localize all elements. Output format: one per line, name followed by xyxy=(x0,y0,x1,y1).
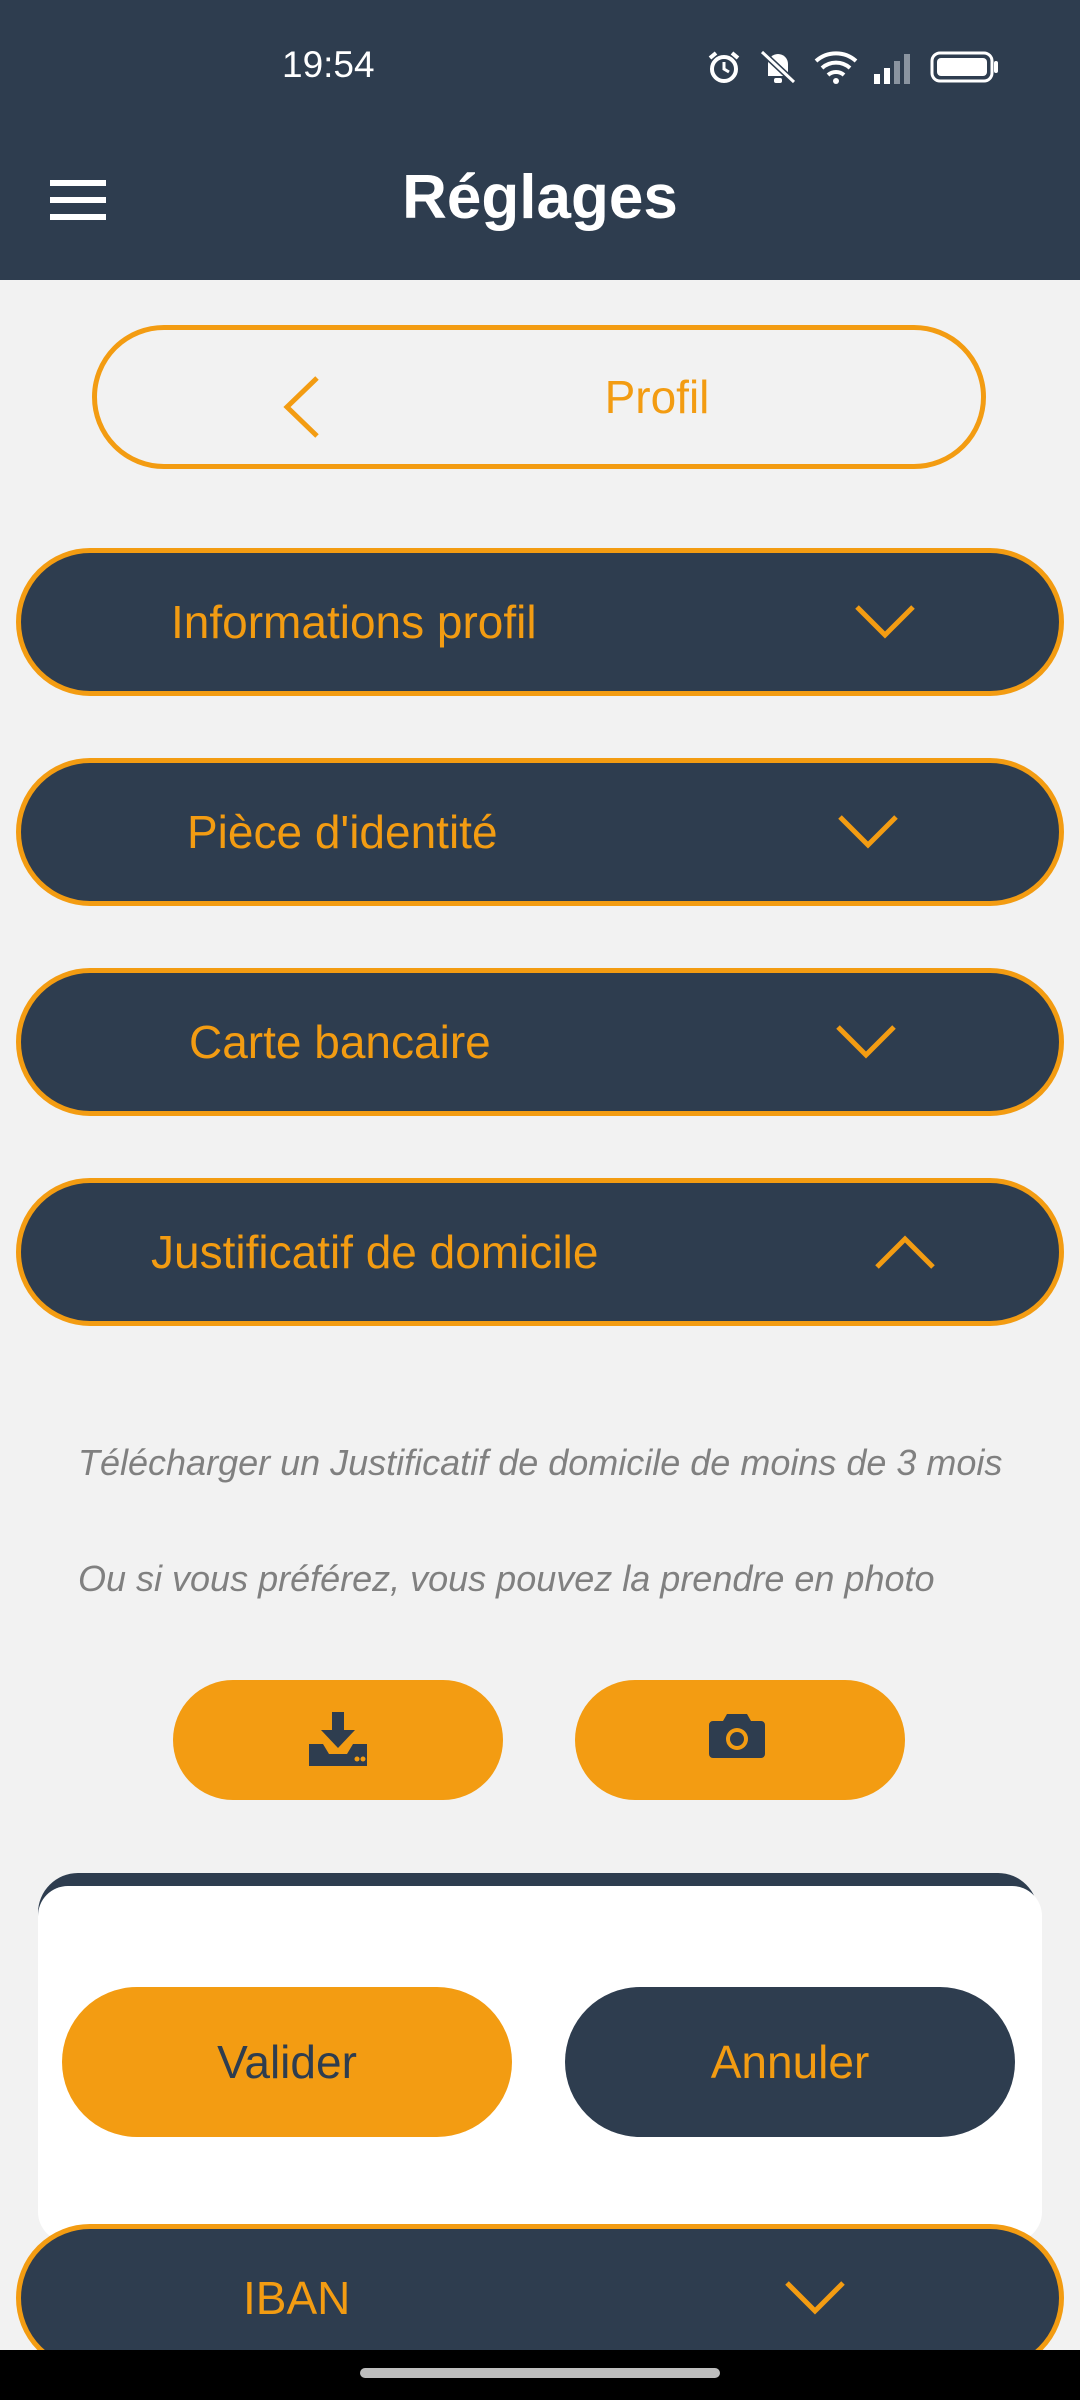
section-label: Justificatif de domicile xyxy=(151,1226,599,1278)
take-photo-button[interactable] xyxy=(575,1680,905,1800)
justificatif-photo-hint: Ou si vous préférez, vous pouvez la pren… xyxy=(78,1558,935,1599)
section-carte-bancaire[interactable]: Carte bancaire xyxy=(16,968,1064,1116)
section-label: Informations profil xyxy=(171,596,537,648)
status-bar: 19:54 xyxy=(0,0,1080,130)
section-label: Carte bancaire xyxy=(189,1016,491,1068)
alarm-icon xyxy=(708,51,740,83)
page-title: Réglages xyxy=(402,163,678,232)
section-label: IBAN xyxy=(243,2272,351,2324)
camera-icon xyxy=(709,1714,765,1758)
profil-label: Profil xyxy=(604,371,710,423)
system-nav-bar xyxy=(0,2350,1080,2400)
home-gesture-handle[interactable] xyxy=(360,2368,720,2378)
section-justificatif-domicile[interactable]: Justificatif de domicile xyxy=(16,1178,1064,1326)
section-piece-identite[interactable]: Pièce d'identité xyxy=(16,758,1064,906)
confirm-dialog: Valider Annuler xyxy=(38,1886,1042,2242)
chevron-up-icon xyxy=(875,1235,935,1269)
download-tray-icon xyxy=(309,1712,367,1766)
annuler-button[interactable]: Annuler xyxy=(565,1987,1015,2137)
silent-icon xyxy=(759,49,797,85)
profil-back-button[interactable]: Profil xyxy=(92,325,986,469)
upload-document-button[interactable] xyxy=(173,1680,503,1800)
chevron-down-icon xyxy=(785,2281,845,2315)
section-label: Pièce d'identité xyxy=(187,806,498,858)
section-informations-profil[interactable]: Informations profil xyxy=(16,548,1064,696)
valider-button[interactable]: Valider xyxy=(62,1987,512,2137)
chevron-down-icon xyxy=(855,605,915,639)
status-time: 19:54 xyxy=(282,44,375,85)
app-bar: Réglages xyxy=(0,130,1080,280)
signal-icon xyxy=(874,54,910,84)
chevron-down-icon xyxy=(838,815,898,849)
chevron-down-icon xyxy=(836,1025,896,1059)
justificatif-description: Télécharger un Justificatif de domicile … xyxy=(78,1442,1003,1483)
wifi-icon xyxy=(814,51,858,84)
battery-icon xyxy=(930,51,998,83)
status-icons xyxy=(706,44,1000,90)
chevron-left-icon xyxy=(283,376,319,438)
hamburger-menu-icon[interactable] xyxy=(50,178,106,222)
